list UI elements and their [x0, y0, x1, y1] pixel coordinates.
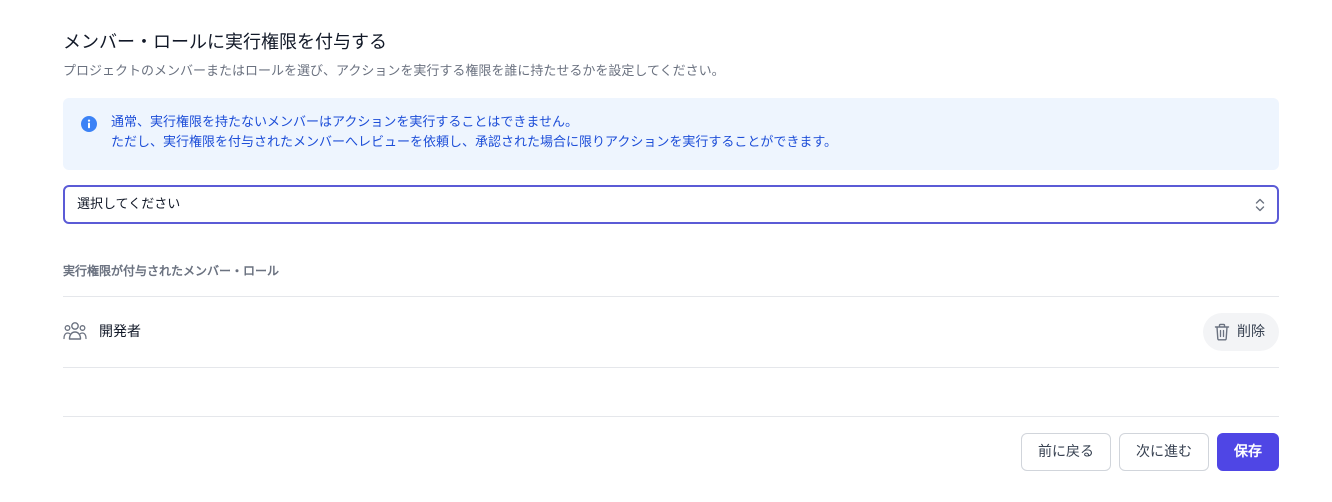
info-icon [81, 116, 97, 132]
member-role-name: 開発者 [99, 324, 141, 340]
user-group-icon [63, 321, 87, 341]
member-role-select[interactable]: 選択してください [63, 185, 1279, 224]
info-line-2: ただし、実行権限を付与されたメンバーへレビューを依頼し、承認された場合に限りアク… [111, 135, 838, 150]
trash-icon [1214, 323, 1230, 341]
chevron-up-down-icon [1253, 197, 1267, 213]
save-button[interactable]: 保存 [1217, 433, 1279, 471]
info-message: 通常、実行権限を持たないメンバーはアクションを実行することはできません。 ただし… [111, 113, 837, 153]
footer-divider [63, 416, 1279, 417]
select-value: 選択してください [77, 197, 181, 212]
granted-list-item: 開発者 削除 [63, 297, 1279, 367]
delete-button[interactable]: 削除 [1203, 313, 1279, 351]
page-subtitle: プロジェクトのメンバーまたはロールを選び、アクションを実行する権限を誰に持たせる… [63, 64, 725, 79]
next-button[interactable]: 次に進む [1119, 433, 1209, 471]
delete-label: 削除 [1237, 324, 1265, 340]
info-line-1: 通常、実行権限を持たないメンバーはアクションを実行することはできません。 [111, 115, 578, 130]
back-button[interactable]: 前に戻る [1021, 433, 1111, 471]
granted-section-label: 実行権限が付与されたメンバー・ロール [63, 264, 280, 278]
page-title: メンバー・ロールに実行権限を付与する [63, 32, 387, 53]
divider [63, 367, 1279, 368]
info-callout: 通常、実行権限を持たないメンバーはアクションを実行することはできません。 ただし… [63, 98, 1279, 170]
